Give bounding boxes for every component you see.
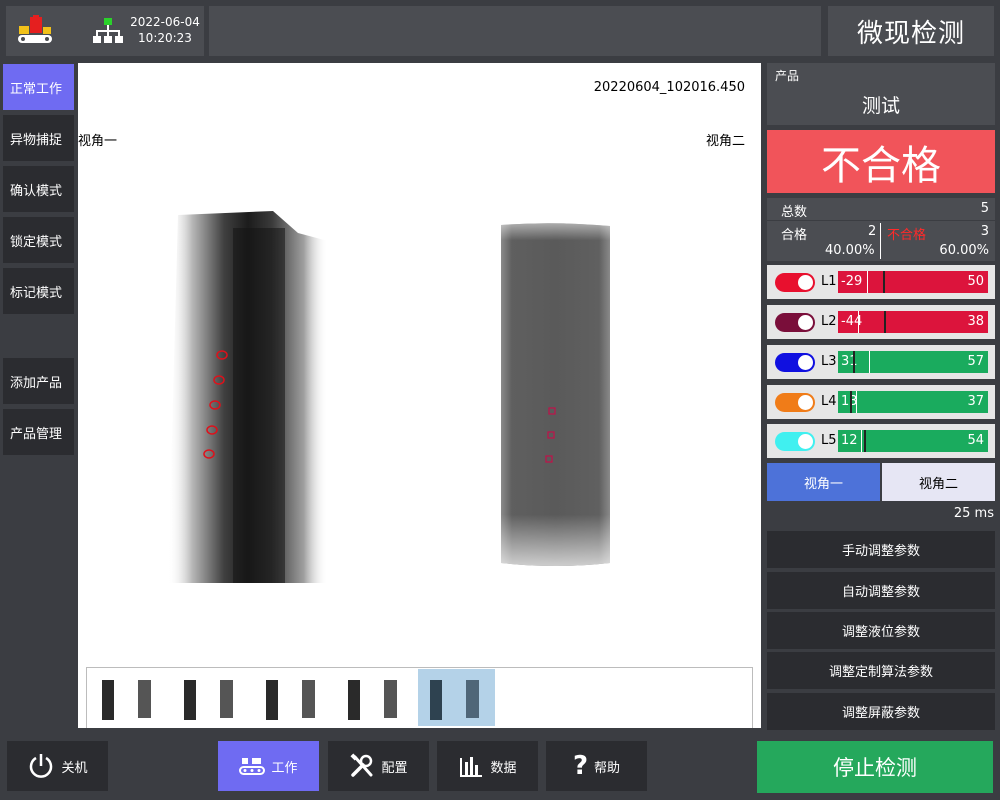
- view2-product-image: [501, 223, 610, 566]
- latency-readout: 25 ms: [953, 506, 994, 521]
- thumbnail-4[interactable]: [348, 680, 397, 720]
- pass-label: 合格: [781, 228, 808, 243]
- inspection-viewer[interactable]: 20220604_102016.450 视角一 视角二: [78, 63, 761, 728]
- nav-mark-mode[interactable]: 标记模式: [3, 268, 74, 314]
- l1-range-bar: -29 50: [838, 271, 988, 293]
- thumbnail-3[interactable]: [266, 680, 315, 720]
- fail-percent: 60.00%: [939, 243, 989, 258]
- bar-chart-icon: [460, 757, 483, 777]
- tab-view1[interactable]: 视角一: [767, 463, 880, 501]
- xray-images: [168, 211, 610, 583]
- data-label: 数据: [490, 760, 517, 776]
- total-label: 总数: [781, 205, 808, 220]
- mask-adjust-button[interactable]: 调整屏蔽参数: [767, 693, 995, 730]
- thumbnail-5-selected[interactable]: [418, 669, 495, 726]
- l4-high: 37: [967, 394, 984, 409]
- stop-inspection-button[interactable]: 停止检测: [757, 741, 993, 793]
- level-row-l1: L1 -29 50: [767, 265, 995, 299]
- network-icon: [93, 18, 123, 43]
- thumbnail-2[interactable]: [184, 680, 233, 720]
- tab-view2[interactable]: 视角二: [882, 463, 995, 501]
- help-button[interactable]: ? 帮助: [546, 741, 647, 791]
- level-row-l3: L3 31 57: [767, 345, 995, 379]
- tools-icon: [350, 753, 373, 777]
- fail-count: 3: [980, 224, 989, 239]
- work-label: 工作: [271, 760, 298, 776]
- product-label: 产品: [775, 69, 800, 83]
- work-button[interactable]: 工作: [218, 741, 319, 791]
- l4-range-bar: 13 37: [838, 391, 988, 413]
- nav-add-product[interactable]: 添加产品: [3, 358, 74, 404]
- l4-name: L4: [821, 394, 837, 409]
- thumbnail-1[interactable]: [102, 680, 151, 720]
- custom-algorithm-adjust-button[interactable]: 调整定制算法参数: [767, 652, 995, 689]
- l2-range-bar: -44 38: [838, 311, 988, 333]
- l3-range-bar: 31 57: [838, 351, 988, 373]
- fail-label: 不合格: [887, 228, 927, 243]
- stats-divider: [880, 223, 881, 259]
- liquid-level-adjust-button[interactable]: 调整液位参数: [767, 612, 995, 649]
- l2-high: 38: [967, 314, 984, 329]
- pass-count: 2: [868, 224, 877, 239]
- pass-percent: 40.00%: [825, 243, 875, 258]
- data-button[interactable]: 数据: [437, 741, 538, 791]
- l5-high: 54: [967, 433, 984, 448]
- conveyor-machine-icon: [18, 15, 52, 43]
- nav-confirm-mode[interactable]: 确认模式: [3, 166, 74, 212]
- view1-product-image: [168, 211, 328, 583]
- nav-normal-work[interactable]: 正常工作: [3, 64, 74, 110]
- level-row-l5: L5 12 54: [767, 424, 995, 458]
- l3-low: 31: [841, 354, 858, 369]
- l5-range-bar: 12 54: [838, 430, 988, 452]
- status-panel: 2022-06-04 10:20:23: [6, 6, 204, 56]
- l2-name: L2: [821, 314, 837, 329]
- pass-fail-stats: 合格 2 40.00% 不合格 3 60.00%: [767, 221, 995, 261]
- manual-adjust-button[interactable]: 手动调整参数: [767, 531, 995, 568]
- l1-high: 50: [967, 274, 984, 289]
- message-bar: [209, 6, 821, 56]
- date-text: 2022-06-04: [130, 15, 200, 29]
- l2-low: -44: [841, 314, 863, 329]
- total-row: 总数 5: [767, 198, 995, 220]
- datetime-display: 2022-06-04 10:20:23: [128, 14, 202, 46]
- l1-name: L1: [821, 274, 837, 289]
- conveyor-icon: [239, 758, 266, 775]
- power-off-button[interactable]: 关机: [7, 741, 108, 791]
- level-row-l4: L4 13 37: [767, 385, 995, 419]
- config-label: 配置: [381, 760, 408, 776]
- inspection-result: 不合格: [767, 130, 995, 193]
- question-mark-icon: ?: [572, 751, 589, 781]
- power-off-label: 关机: [61, 760, 88, 776]
- total-value: 5: [980, 201, 989, 216]
- level-row-l2: L2 -44 38: [767, 305, 995, 339]
- l3-toggle[interactable]: [775, 353, 815, 372]
- nav-foreign-capture[interactable]: 异物捕捉: [3, 115, 74, 161]
- time-text: 10:20:23: [138, 31, 192, 45]
- l4-toggle[interactable]: [775, 393, 815, 412]
- help-label: 帮助: [594, 760, 621, 776]
- product-panel: 产品 测试: [767, 63, 995, 125]
- l5-toggle[interactable]: [775, 432, 815, 451]
- app-title: 微现检测: [828, 6, 994, 56]
- thumbnail-strip[interactable]: [86, 667, 753, 728]
- l1-toggle[interactable]: [775, 273, 815, 292]
- l5-name: L5: [821, 433, 837, 448]
- product-name: 测试: [861, 95, 900, 117]
- l1-low: -29: [841, 274, 863, 289]
- nav-product-manage[interactable]: 产品管理: [3, 409, 74, 455]
- auto-adjust-button[interactable]: 自动调整参数: [767, 572, 995, 609]
- l3-high: 57: [967, 354, 984, 369]
- l2-toggle[interactable]: [775, 313, 815, 332]
- power-icon: [30, 754, 53, 778]
- config-button[interactable]: 配置: [328, 741, 429, 791]
- l5-low: 12: [841, 433, 858, 448]
- l3-name: L3: [821, 354, 837, 369]
- nav-lock-mode[interactable]: 锁定模式: [3, 217, 74, 263]
